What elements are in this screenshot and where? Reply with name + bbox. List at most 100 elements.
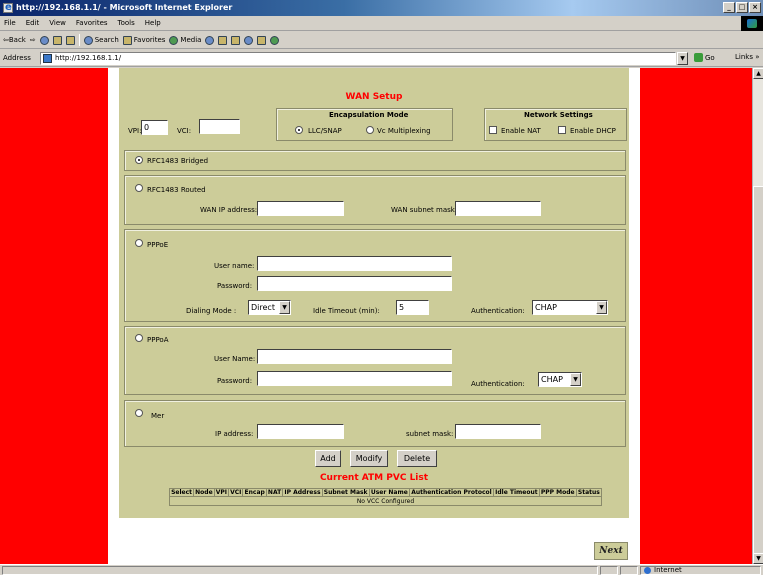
pppoe-password-input[interactable] (257, 276, 452, 291)
menu-help[interactable]: Help (145, 19, 161, 27)
refresh-button[interactable] (52, 35, 62, 45)
empty-table-message: No VCC Configured (169, 496, 602, 506)
toolbar-divider (78, 34, 80, 46)
enable-dhcp-checkbox[interactable] (558, 126, 566, 134)
pppoa-radio[interactable] (135, 334, 143, 342)
pppoa-username-label: User Name: (214, 355, 256, 363)
pppoe-radio[interactable] (135, 239, 143, 247)
home-icon (65, 35, 75, 45)
delete-button[interactable]: Delete (397, 450, 437, 467)
wan-setup-title: WAN Setup (345, 92, 403, 102)
address-dropdown-button[interactable]: ▼ (677, 52, 688, 65)
dropdown-arrow-icon: ▼ (596, 301, 607, 314)
modify-button[interactable]: Modify (350, 450, 388, 467)
enable-dhcp-label: Enable DHCP (570, 127, 616, 135)
ie-icon (3, 0, 13, 16)
edit-button[interactable] (244, 35, 254, 45)
mail-icon (218, 35, 228, 45)
internet-zone-icon (644, 567, 651, 574)
idle-timeout-input[interactable]: 5 (396, 300, 429, 315)
minimize-button[interactable]: _ (723, 2, 735, 13)
vertical-scrollbar[interactable]: ▲ ▼ (752, 68, 763, 564)
favorites-button[interactable]: Favorites (122, 35, 166, 45)
col-ip-address: IP Address (282, 488, 323, 497)
vc-mux-radio[interactable] (366, 126, 374, 134)
discuss-icon (257, 35, 267, 45)
address-url: http://192.168.1.1/ (55, 54, 122, 62)
menu-tools[interactable]: Tools (118, 19, 135, 27)
go-button[interactable]: Go (694, 53, 715, 62)
dialing-mode-select[interactable]: Direct ▼ (248, 300, 291, 315)
scroll-thumb[interactable] (753, 186, 763, 556)
mail-button[interactable] (218, 35, 228, 45)
favorites-label: Favorites (133, 36, 166, 44)
stop-button[interactable] (39, 35, 49, 45)
maximize-button[interactable]: □ (736, 2, 748, 13)
rfc1483-bridged-label: RFC1483 Bridged (147, 157, 209, 165)
llc-snap-radio[interactable] (295, 126, 303, 134)
menu-view[interactable]: View (49, 19, 66, 27)
go-label: Go (705, 53, 715, 62)
atm-pvc-list-title: Current ATM PVC List (319, 473, 429, 483)
media-icon (169, 35, 179, 45)
enable-nat-checkbox[interactable] (489, 126, 497, 134)
wan-ip-label: WAN IP address: (200, 206, 258, 214)
print-button[interactable] (231, 35, 241, 45)
messenger-button[interactable] (270, 35, 280, 45)
back-button[interactable]: ⇦Back (3, 36, 26, 44)
col-subnet-mask: Subnet Mask (321, 488, 370, 497)
mer-radio[interactable] (135, 409, 143, 417)
home-button[interactable] (65, 35, 75, 45)
pppoa-auth-label: Authentication: (471, 380, 525, 388)
address-input[interactable]: http://192.168.1.1/ (40, 52, 676, 65)
wan-setup-panel: WAN Setup VPI: 0 VCI: Encapsulation Mode… (119, 68, 629, 518)
mer-ip-input[interactable] (257, 424, 344, 439)
scroll-up-button[interactable]: ▲ (753, 68, 763, 79)
links-button[interactable]: Links » (735, 53, 760, 61)
mer-mask-input[interactable] (455, 424, 541, 439)
wan-mask-label: WAN subnet mask: (391, 206, 458, 214)
pppoa-password-input[interactable] (257, 371, 452, 386)
col-status: Status (575, 488, 603, 497)
forward-button[interactable]: ⇨ (30, 36, 36, 44)
add-button[interactable]: Add (315, 450, 341, 467)
stop-icon (39, 35, 49, 45)
col-node: Node (193, 488, 215, 497)
close-button[interactable]: × (749, 2, 761, 13)
scroll-down-button[interactable]: ▼ (753, 553, 763, 564)
pppoa-password-label: Password: (217, 377, 253, 385)
history-button[interactable] (205, 35, 215, 45)
pppoe-auth-select[interactable]: CHAP ▼ (532, 300, 608, 315)
dialing-mode-label: Dialing Mode : (186, 307, 237, 315)
pppoe-label: PPPoE (147, 241, 169, 249)
wan-mask-input[interactable] (455, 201, 541, 216)
menu-edit[interactable]: Edit (26, 19, 40, 27)
rfc1483-bridged-radio[interactable] (135, 156, 143, 164)
pppoa-auth-select[interactable]: CHAP ▼ (538, 372, 582, 387)
page-content: WAN Setup VPI: 0 VCI: Encapsulation Mode… (108, 68, 640, 564)
media-label: Media (180, 36, 202, 44)
go-arrow-icon (694, 53, 703, 62)
zone-label: Internet (654, 566, 682, 574)
vpi-input[interactable]: 0 (141, 120, 168, 135)
col-idle-timeout: Idle Timeout (493, 488, 540, 497)
pppoa-username-input[interactable] (257, 349, 452, 364)
wan-ip-input[interactable] (257, 201, 344, 216)
page-icon (43, 54, 52, 63)
discuss-button[interactable] (257, 35, 267, 45)
mer-label: Mer (151, 412, 165, 420)
vc-mux-label: Vc Multiplexing (377, 127, 431, 135)
rfc1483-routed-label: RFC1483 Routed (147, 186, 206, 194)
rfc1483-routed-radio[interactable] (135, 184, 143, 192)
menu-favorites[interactable]: Favorites (76, 19, 108, 27)
col-user-name: User Name (368, 488, 410, 497)
search-label: Search (94, 36, 119, 44)
media-button[interactable]: Media (169, 35, 202, 45)
next-button[interactable]: Next (594, 542, 628, 560)
col-nat: NAT (265, 488, 284, 497)
vci-input[interactable] (199, 119, 240, 134)
pppoe-username-input[interactable] (257, 256, 452, 271)
search-button[interactable]: Search (83, 35, 119, 45)
forward-label: ⇨ (29, 36, 36, 44)
menu-file[interactable]: File (4, 19, 16, 27)
